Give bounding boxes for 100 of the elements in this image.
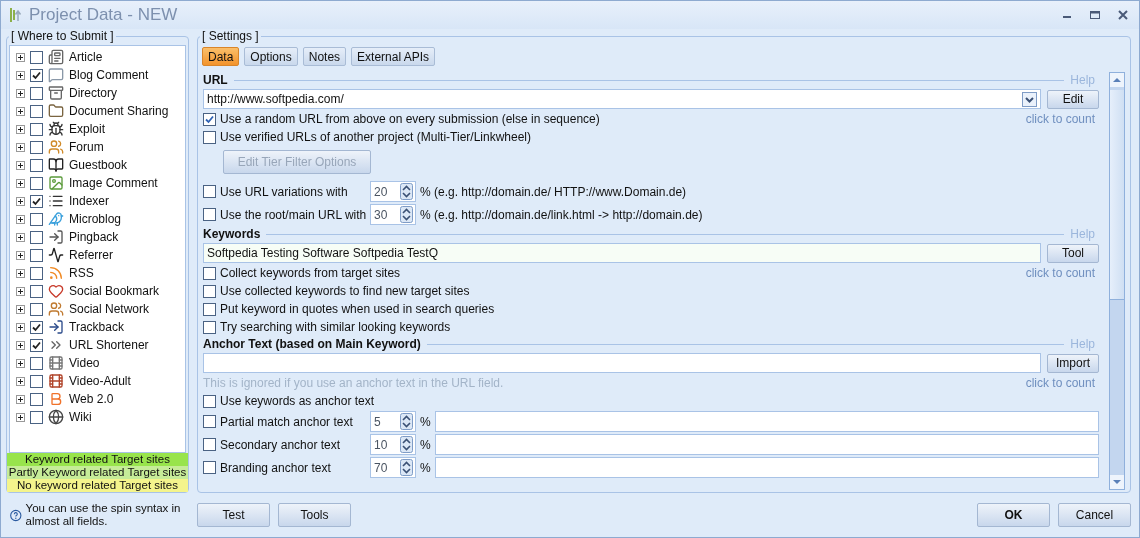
spin-arrows-icon[interactable] <box>400 183 413 200</box>
url-combo-field[interactable]: http://www.softpedia.com/ <box>203 89 1041 109</box>
list-item-label[interactable]: Pingback <box>69 230 119 244</box>
checkbox[interactable] <box>30 122 43 136</box>
spin-arrows-icon[interactable] <box>400 413 413 430</box>
expand-icon[interactable] <box>16 268 25 278</box>
list-item-label[interactable]: Indexer <box>69 194 110 208</box>
checkbox[interactable] <box>30 266 43 280</box>
scrollbar[interactable] <box>1109 72 1125 490</box>
expand-icon[interactable] <box>16 88 25 98</box>
checkbox-label[interactable]: Use verified URLs of another project (Multi-Tier/Linkwheel) <box>220 130 531 144</box>
scroll-down-icon[interactable] <box>1110 475 1124 489</box>
list-item-label[interactable]: Referrer <box>69 248 113 262</box>
checkbox[interactable] <box>203 394 216 408</box>
checkbox-label[interactable]: Branding anchor text <box>220 460 366 475</box>
checkbox[interactable] <box>30 320 43 334</box>
list-item-label[interactable]: Guestbook <box>69 158 128 172</box>
checkbox[interactable] <box>203 461 216 474</box>
expand-icon[interactable] <box>16 214 25 224</box>
expand-icon[interactable] <box>16 376 25 386</box>
spin-arrows-icon[interactable] <box>400 206 413 223</box>
list-item-label[interactable]: Directory <box>69 86 117 100</box>
checkbox[interactable] <box>30 338 43 352</box>
list-item-label[interactable]: Blog Comment <box>69 68 149 82</box>
checkbox[interactable] <box>30 410 43 424</box>
checkbox[interactable] <box>30 104 43 118</box>
anchor-text-field[interactable] <box>203 353 1041 373</box>
number-field[interactable]: 70 <box>370 457 416 478</box>
number-field[interactable]: 20 <box>370 181 416 202</box>
checkbox[interactable] <box>30 302 43 316</box>
list-item-label[interactable]: Document Sharing <box>69 104 169 118</box>
checkbox-label[interactable]: Use a random URL from above on every submission (else in sequence) <box>220 112 600 126</box>
checkbox[interactable] <box>203 266 216 280</box>
spin-arrows-icon[interactable] <box>400 459 413 476</box>
expand-icon[interactable] <box>16 286 25 296</box>
list-item-label[interactable]: Video <box>69 356 100 370</box>
checkbox[interactable] <box>30 284 43 298</box>
expand-icon[interactable] <box>16 394 25 404</box>
checkbox[interactable] <box>203 208 216 221</box>
anchor-text-field[interactable] <box>434 457 1099 478</box>
expand-icon[interactable] <box>16 124 25 134</box>
expand-icon[interactable] <box>16 52 25 62</box>
checkbox[interactable] <box>30 248 43 262</box>
edit-button[interactable]: Edit <box>1047 89 1099 109</box>
list-item-label[interactable]: Wiki <box>69 410 92 424</box>
checkbox[interactable] <box>30 86 43 100</box>
expand-icon[interactable] <box>16 70 25 80</box>
footer-button[interactable]: Cancel <box>1058 503 1131 527</box>
checkbox[interactable] <box>30 212 43 226</box>
tab[interactable]: Data <box>202 47 240 66</box>
checkbox[interactable] <box>30 140 43 154</box>
checkbox-label[interactable]: Use keywords as anchor text <box>220 394 375 408</box>
expand-icon[interactable] <box>16 142 25 152</box>
expand-icon[interactable] <box>16 412 25 422</box>
expand-icon[interactable] <box>16 196 25 206</box>
checkbox[interactable] <box>203 320 216 334</box>
keywords-field[interactable]: Softpedia Testing Software Softpedia TestQ <box>203 243 1041 263</box>
expand-icon[interactable] <box>16 322 25 332</box>
list-item-label[interactable]: Trackback <box>69 320 124 334</box>
list-item-label[interactable]: Social Bookmark <box>69 284 160 298</box>
dropdown-icon[interactable] <box>1022 91 1037 107</box>
checkbox[interactable] <box>30 194 43 208</box>
tab[interactable]: Notes <box>302 47 347 66</box>
checkbox-label[interactable]: Secondary anchor text <box>220 437 366 452</box>
footer-button[interactable]: Test <box>197 503 270 527</box>
list-item-label[interactable]: Article <box>69 50 103 64</box>
number-field[interactable]: 30 <box>370 204 416 225</box>
checkbox-label[interactable]: Put keyword in quotes when used in search queries <box>220 302 495 316</box>
spin-arrows-icon[interactable] <box>400 436 413 453</box>
checkbox[interactable] <box>30 356 43 370</box>
list-item-label[interactable]: Microblog <box>69 212 122 226</box>
checkbox[interactable] <box>30 50 43 64</box>
checkbox[interactable] <box>203 438 216 451</box>
list-item-label[interactable]: Social Network <box>69 302 150 316</box>
checkbox[interactable] <box>203 185 216 198</box>
import-button[interactable]: Import <box>1047 353 1099 373</box>
number-field[interactable]: 5 <box>370 411 416 432</box>
checkbox[interactable] <box>203 415 216 428</box>
list-item-label[interactable]: Image Comment <box>69 176 158 190</box>
checkbox-label[interactable]: Try searching with similar looking keywords <box>220 320 451 334</box>
checkbox-label[interactable]: Use collected keywords to find new target sites <box>220 284 470 298</box>
anchor-text-field[interactable] <box>434 411 1099 432</box>
expand-icon[interactable] <box>16 250 25 260</box>
expand-icon[interactable] <box>16 358 25 368</box>
tab[interactable]: Options <box>244 47 298 66</box>
expand-icon[interactable] <box>16 106 25 116</box>
checkbox[interactable] <box>30 230 43 244</box>
checkbox-label[interactable]: Use the root/main URL with <box>220 207 366 222</box>
list-item-label[interactable]: Video-Adult <box>69 374 131 388</box>
tab[interactable]: External APIs <box>351 47 436 66</box>
checkbox[interactable] <box>203 112 216 126</box>
list-item-label[interactable]: Exploit <box>69 122 106 136</box>
list-item-label[interactable]: URL Shortener <box>69 338 149 352</box>
checkbox[interactable] <box>30 392 43 406</box>
list-item-label[interactable]: Web 2.0 <box>69 392 114 406</box>
list-item-label[interactable]: RSS <box>69 266 94 280</box>
checkbox[interactable] <box>203 284 216 298</box>
tool-button[interactable]: Tool <box>1047 243 1099 263</box>
checkbox-label[interactable]: Use URL variations with <box>220 184 366 199</box>
anchor-text-field[interactable] <box>434 434 1099 455</box>
